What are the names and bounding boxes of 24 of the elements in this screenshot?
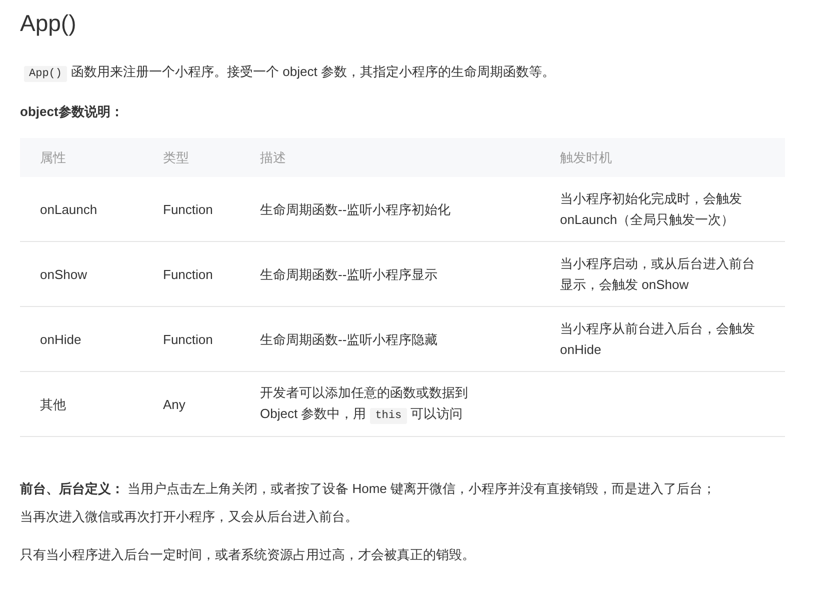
column-header: 描述	[260, 150, 286, 164]
table-cell-text: 生命周期函数--监听小程序隐藏	[260, 330, 438, 348]
table-cell-text: Function	[163, 266, 213, 284]
column-header: 属性	[40, 150, 66, 164]
table-cell-text: 其他	[40, 396, 66, 414]
table-cell-text: 当小程序启动，或从后台进入前台显示，会触发 onShow	[560, 255, 756, 294]
table-cell-text: onLaunch	[40, 200, 98, 218]
section-heading: object参数说明：	[20, 103, 124, 121]
note-text: 只有当小程序进入后台一定时间，或者系统资源占用过高，才会被真正的销毁。	[20, 546, 476, 564]
intro-text: App() 函数用来注册一个小程序。接受一个 object 参数，其指定小程序的生命周期函数等。	[20, 58, 785, 88]
table-cell-text: Function	[163, 330, 213, 348]
table-cell-text: 当小程序初始化完成时，会触发 onLaunch（全局只触发一次）	[560, 190, 743, 229]
table-cell-text: 生命周期函数--监听小程序初始化	[260, 200, 451, 218]
table-cell-text: Any	[163, 396, 186, 414]
definition-text: 前台、后台定义： 当用户点击左上角关闭，或者按了设备 Home 键离开微信，小程序并没有直接销毁，而是进入了后台；当再次进入微信或再次打开小程序，又会从后台进入前台。	[20, 480, 717, 526]
table-cell-text: onShow	[40, 266, 87, 284]
page-title: App()	[20, 9, 78, 38]
table-cell-text: onHide	[40, 330, 82, 348]
table-cell-text: 生命周期函数--监听小程序显示	[260, 266, 438, 284]
table-cell-text: 当小程序从前台进入后台，会触发 onHide	[560, 320, 756, 359]
column-header: 类型	[163, 150, 189, 164]
table-cell-text: 开发者可以添加任意的函数或数据到 Object 参数中，用 this 可以访问	[260, 384, 469, 426]
table-cell-text: Function	[163, 200, 213, 218]
column-header: 触发时机	[560, 150, 612, 164]
